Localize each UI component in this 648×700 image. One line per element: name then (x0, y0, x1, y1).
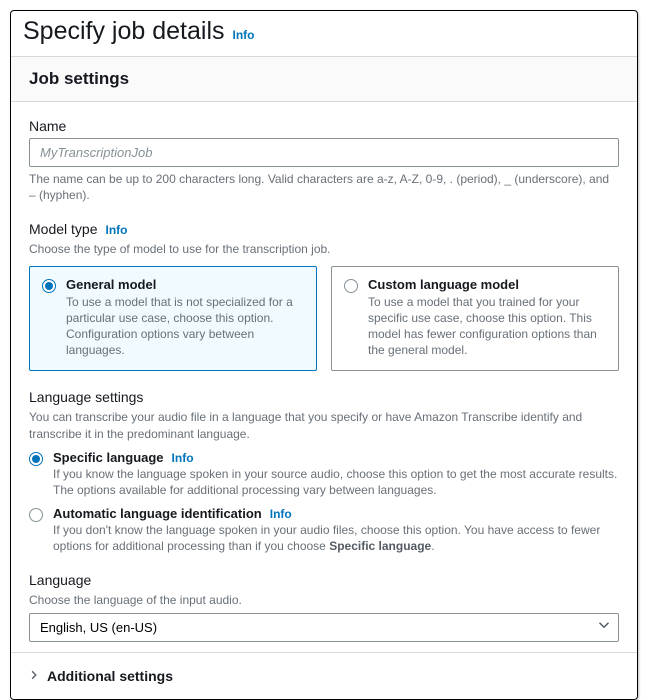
page-title: Specify job details (23, 17, 225, 46)
specific-language-option[interactable]: Specific language Info If you know the l… (29, 450, 619, 498)
radio-icon (29, 508, 43, 522)
name-hint: The name can be up to 200 characters lon… (29, 171, 619, 203)
radio-icon (344, 279, 358, 293)
radio-icon (29, 452, 43, 466)
model-type-section: Model type Info Choose the type of model… (29, 221, 619, 371)
radio-desc-pre: If you don't know the language spoken in… (53, 523, 600, 553)
tile-desc: To use a model that is not specialized f… (66, 294, 304, 359)
additional-settings-title: Additional settings (47, 668, 173, 684)
radio-icon (42, 279, 56, 293)
auto-language-option[interactable]: Automatic language identification Info I… (29, 506, 619, 554)
page-header: Specify job details Info (11, 11, 637, 56)
panel-title: Job settings (29, 69, 619, 89)
page-container: Specify job details Info Job settings Na… (10, 10, 638, 700)
model-type-info-link[interactable]: Info (105, 223, 127, 237)
model-type-label: Model type (29, 221, 97, 237)
language-settings-label: Language settings (29, 389, 619, 405)
model-type-custom-tile[interactable]: Custom language model To use a model tha… (331, 266, 619, 372)
model-type-desc: Choose the type of model to use for the … (29, 241, 619, 257)
auto-language-info-link[interactable]: Info (270, 507, 292, 521)
specific-language-info-link[interactable]: Info (172, 451, 194, 465)
language-settings-section: Language settings You can transcribe you… (29, 389, 619, 554)
panel-header: Job settings (11, 57, 637, 102)
tile-title: Custom language model (368, 277, 606, 292)
job-settings-panel: Job settings Name The name can be up to … (11, 56, 637, 699)
radio-desc-bold: Specific language (329, 539, 431, 553)
language-settings-desc: You can transcribe your audio file in a … (29, 409, 619, 441)
caret-right-icon (29, 667, 39, 685)
model-type-tiles: General model To use a model that is not… (29, 266, 619, 372)
model-type-general-tile[interactable]: General model To use a model that is not… (29, 266, 317, 372)
radio-label: Specific language (53, 450, 164, 465)
model-type-label-row: Model type Info (29, 221, 619, 237)
tile-desc: To use a model that you trained for your… (368, 294, 606, 359)
language-select[interactable]: English, US (en-US) (29, 613, 619, 642)
page-info-link[interactable]: Info (233, 28, 255, 42)
radio-desc-post: . (431, 539, 434, 553)
additional-settings-expander[interactable]: Additional settings (11, 652, 637, 699)
language-section: Language Choose the language of the inpu… (29, 572, 619, 641)
radio-label: Automatic language identification (53, 506, 262, 521)
radio-desc: If you don't know the language spoken in… (53, 522, 619, 554)
language-label: Language (29, 572, 619, 588)
name-label: Name (29, 118, 619, 134)
radio-desc: If you know the language spoken in your … (53, 466, 619, 498)
name-input[interactable] (29, 138, 619, 167)
tile-title: General model (66, 277, 304, 292)
language-select-wrap: English, US (en-US) (29, 613, 619, 642)
panel-body: Name The name can be up to 200 character… (11, 102, 637, 652)
